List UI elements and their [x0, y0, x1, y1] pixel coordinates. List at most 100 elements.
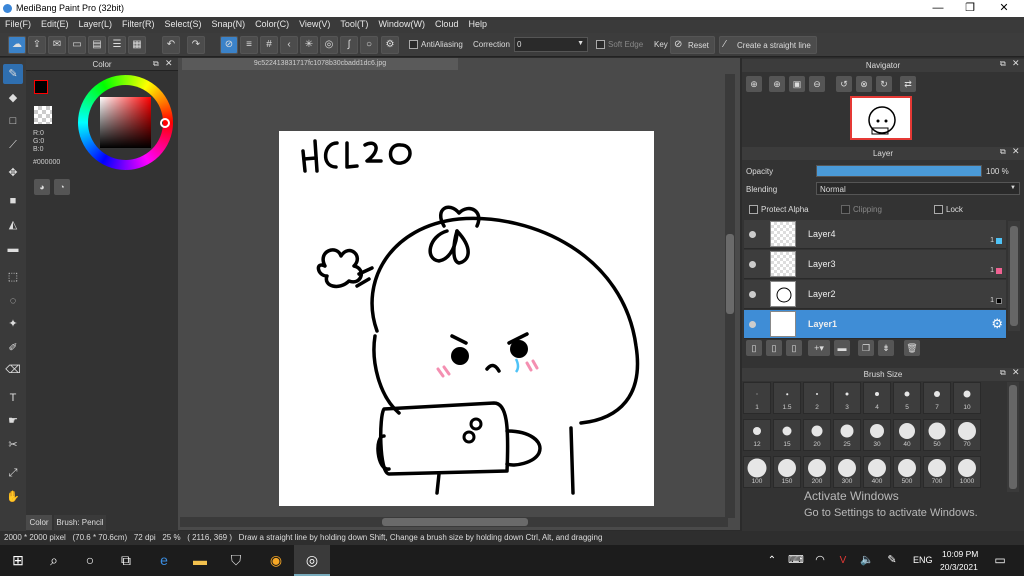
add-layer-menu-icon[interactable]: +▾ [808, 340, 830, 356]
brush-size-3[interactable]: 3 [833, 382, 861, 414]
brush-size-40[interactable]: 40 [893, 419, 921, 451]
task-view-icon[interactable]: ⧉ [108, 545, 144, 576]
operation-tool-icon[interactable]: ☛ [3, 411, 23, 431]
line-tool-icon[interactable]: ⟋ [3, 135, 23, 155]
new-1bit-layer-icon[interactable]: ▯ [786, 340, 802, 356]
move-tool-icon[interactable]: ✥ [3, 163, 23, 183]
menu-edit[interactable]: Edit(E) [36, 17, 74, 31]
minimize-button[interactable]: — [922, 0, 954, 17]
layer-row-layer2[interactable]: Layer2 1 [744, 280, 1006, 309]
select-eraser-icon[interactable]: ⌫ [3, 360, 23, 380]
shape-tool-icon[interactable]: ■ [3, 191, 23, 211]
saturation-square[interactable] [100, 97, 151, 148]
notification-icon[interactable]: ▭ [990, 545, 1010, 576]
brush-size-70[interactable]: 70 [953, 419, 981, 451]
brush-size-50[interactable]: 50 [923, 419, 951, 451]
divide-tool-icon[interactable]: ✂ [3, 435, 23, 455]
popout-icon[interactable]: ⧉ [1000, 368, 1006, 378]
menu-window[interactable]: Window(W) [373, 17, 430, 31]
visibility-icon[interactable] [749, 321, 756, 328]
share-icon[interactable]: ⇪ [28, 36, 46, 54]
brush-size-700[interactable]: 700 [923, 456, 951, 488]
menu-filter[interactable]: Filter(R) [117, 17, 160, 31]
wifi-icon[interactable]: ◠ [810, 545, 830, 576]
undo-icon[interactable]: ↶ [162, 36, 180, 54]
magic-wand-icon[interactable]: ✦ [3, 314, 23, 334]
parallel-snap-icon[interactable]: ≡ [240, 36, 258, 54]
menu-color[interactable]: Color(C) [250, 17, 294, 31]
gear-icon[interactable]: ⚙ [991, 316, 1003, 332]
crosshatch-snap-icon[interactable]: # [260, 36, 278, 54]
close-icon[interactable]: ✕ [1012, 58, 1020, 69]
brush-size-15[interactable]: 15 [773, 419, 801, 451]
layer-row-layer4[interactable]: Layer4 1 [744, 220, 1006, 249]
menu-tool[interactable]: Tool(T) [335, 17, 373, 31]
lasso-tool-icon[interactable]: ◌ [3, 291, 23, 311]
vanish-snap-icon[interactable]: ‹ [280, 36, 298, 54]
menu-select[interactable]: Select(S) [160, 17, 207, 31]
lock-checkbox[interactable] [934, 205, 943, 214]
select-tool-icon[interactable]: ⬚ [3, 267, 23, 287]
drawing-canvas[interactable] [279, 131, 654, 506]
menu-help[interactable]: Help [463, 17, 492, 31]
palette-add-icon[interactable]: ◔ [54, 179, 70, 195]
correction-select[interactable]: 0 ▼ [514, 37, 588, 52]
layer-row-layer3[interactable]: Layer3 1 [744, 250, 1006, 279]
vertical-scrollbar[interactable] [725, 74, 735, 518]
hue-wheel[interactable] [78, 75, 173, 170]
folder-icon[interactable]: ▬ [834, 340, 850, 356]
horizontal-scrollbar[interactable] [180, 517, 728, 527]
close-icon[interactable]: ✕ [1012, 367, 1020, 378]
horizontal-scroll-thumb[interactable] [382, 518, 528, 526]
network-icon[interactable]: ⌨ [786, 545, 806, 576]
foreground-color-swatch[interactable] [34, 80, 48, 94]
popout-icon[interactable]: ⧉ [1000, 59, 1006, 69]
brush-size-1[interactable]: 1 [743, 382, 771, 414]
chat-icon[interactable]: ▭ [68, 36, 86, 54]
clock-date[interactable]: 20/3/2021 [940, 562, 978, 572]
brush-size-12[interactable]: 12 [743, 419, 771, 451]
eyedropper-icon[interactable]: ⤢ [3, 463, 23, 483]
popout-icon[interactable]: ⧉ [153, 59, 159, 69]
transparent-swatch[interactable] [34, 106, 52, 124]
brush-size-300[interactable]: 300 [833, 456, 861, 488]
straight-line-button[interactable]: ⁄ Create a straight line [719, 36, 817, 54]
flip-icon[interactable]: ⇄ [900, 76, 916, 92]
trash-icon[interactable]: 🗑 [904, 340, 920, 356]
store-icon[interactable]: ⛉ [218, 545, 254, 576]
new-layer-icon[interactable]: ▯ [746, 340, 762, 356]
brush-size-20[interactable]: 20 [803, 419, 831, 451]
page-icon[interactable]: ▤ [88, 36, 106, 54]
menu-view[interactable]: View(V) [294, 17, 335, 31]
chevron-up-icon[interactable]: ⌃ [762, 545, 782, 576]
zoom-actual-icon[interactable]: ▣ [789, 76, 805, 92]
clipping-checkbox[interactable] [841, 205, 850, 214]
pen-icon[interactable]: ✎ [882, 545, 902, 576]
duplicate-layer-icon[interactable]: ❐ [858, 340, 874, 356]
brush-scrollbar[interactable] [1007, 382, 1019, 492]
close-icon[interactable]: ✕ [165, 58, 173, 69]
medibang-taskbar-icon[interactable]: ◎ [294, 545, 330, 576]
close-button[interactable]: ✕ [988, 0, 1020, 17]
vertical-scroll-thumb[interactable] [726, 234, 734, 314]
tab-color[interactable]: Color [26, 515, 52, 530]
brush-size-1.5[interactable]: 1.5 [773, 382, 801, 414]
paint-app-icon[interactable]: ◉ [258, 545, 294, 576]
brush-size-7[interactable]: 7 [923, 382, 951, 414]
zoom-fit-icon[interactable]: ⊕ [746, 76, 762, 92]
concentric-snap-icon[interactable]: ◎ [320, 36, 338, 54]
merge-layer-icon[interactable]: ⇟ [878, 340, 894, 356]
protect-alpha-checkbox[interactable] [749, 205, 758, 214]
language-indicator[interactable]: ENG [913, 555, 933, 565]
layer-scrollbar[interactable] [1008, 221, 1020, 331]
brush-size-200[interactable]: 200 [803, 456, 831, 488]
brush-size-500[interactable]: 500 [893, 456, 921, 488]
volume-icon[interactable]: 🔈 [857, 545, 877, 576]
menu-cloud[interactable]: Cloud [430, 17, 464, 31]
visibility-icon[interactable] [749, 261, 756, 268]
cloud-icon[interactable]: ☁ [8, 36, 26, 54]
new-8bit-layer-icon[interactable]: ▯ [766, 340, 782, 356]
rotate-right-icon[interactable]: ↻ [876, 76, 892, 92]
cortana-icon[interactable]: ○ [72, 545, 108, 576]
select-pen-icon[interactable]: ✐ [3, 338, 23, 358]
